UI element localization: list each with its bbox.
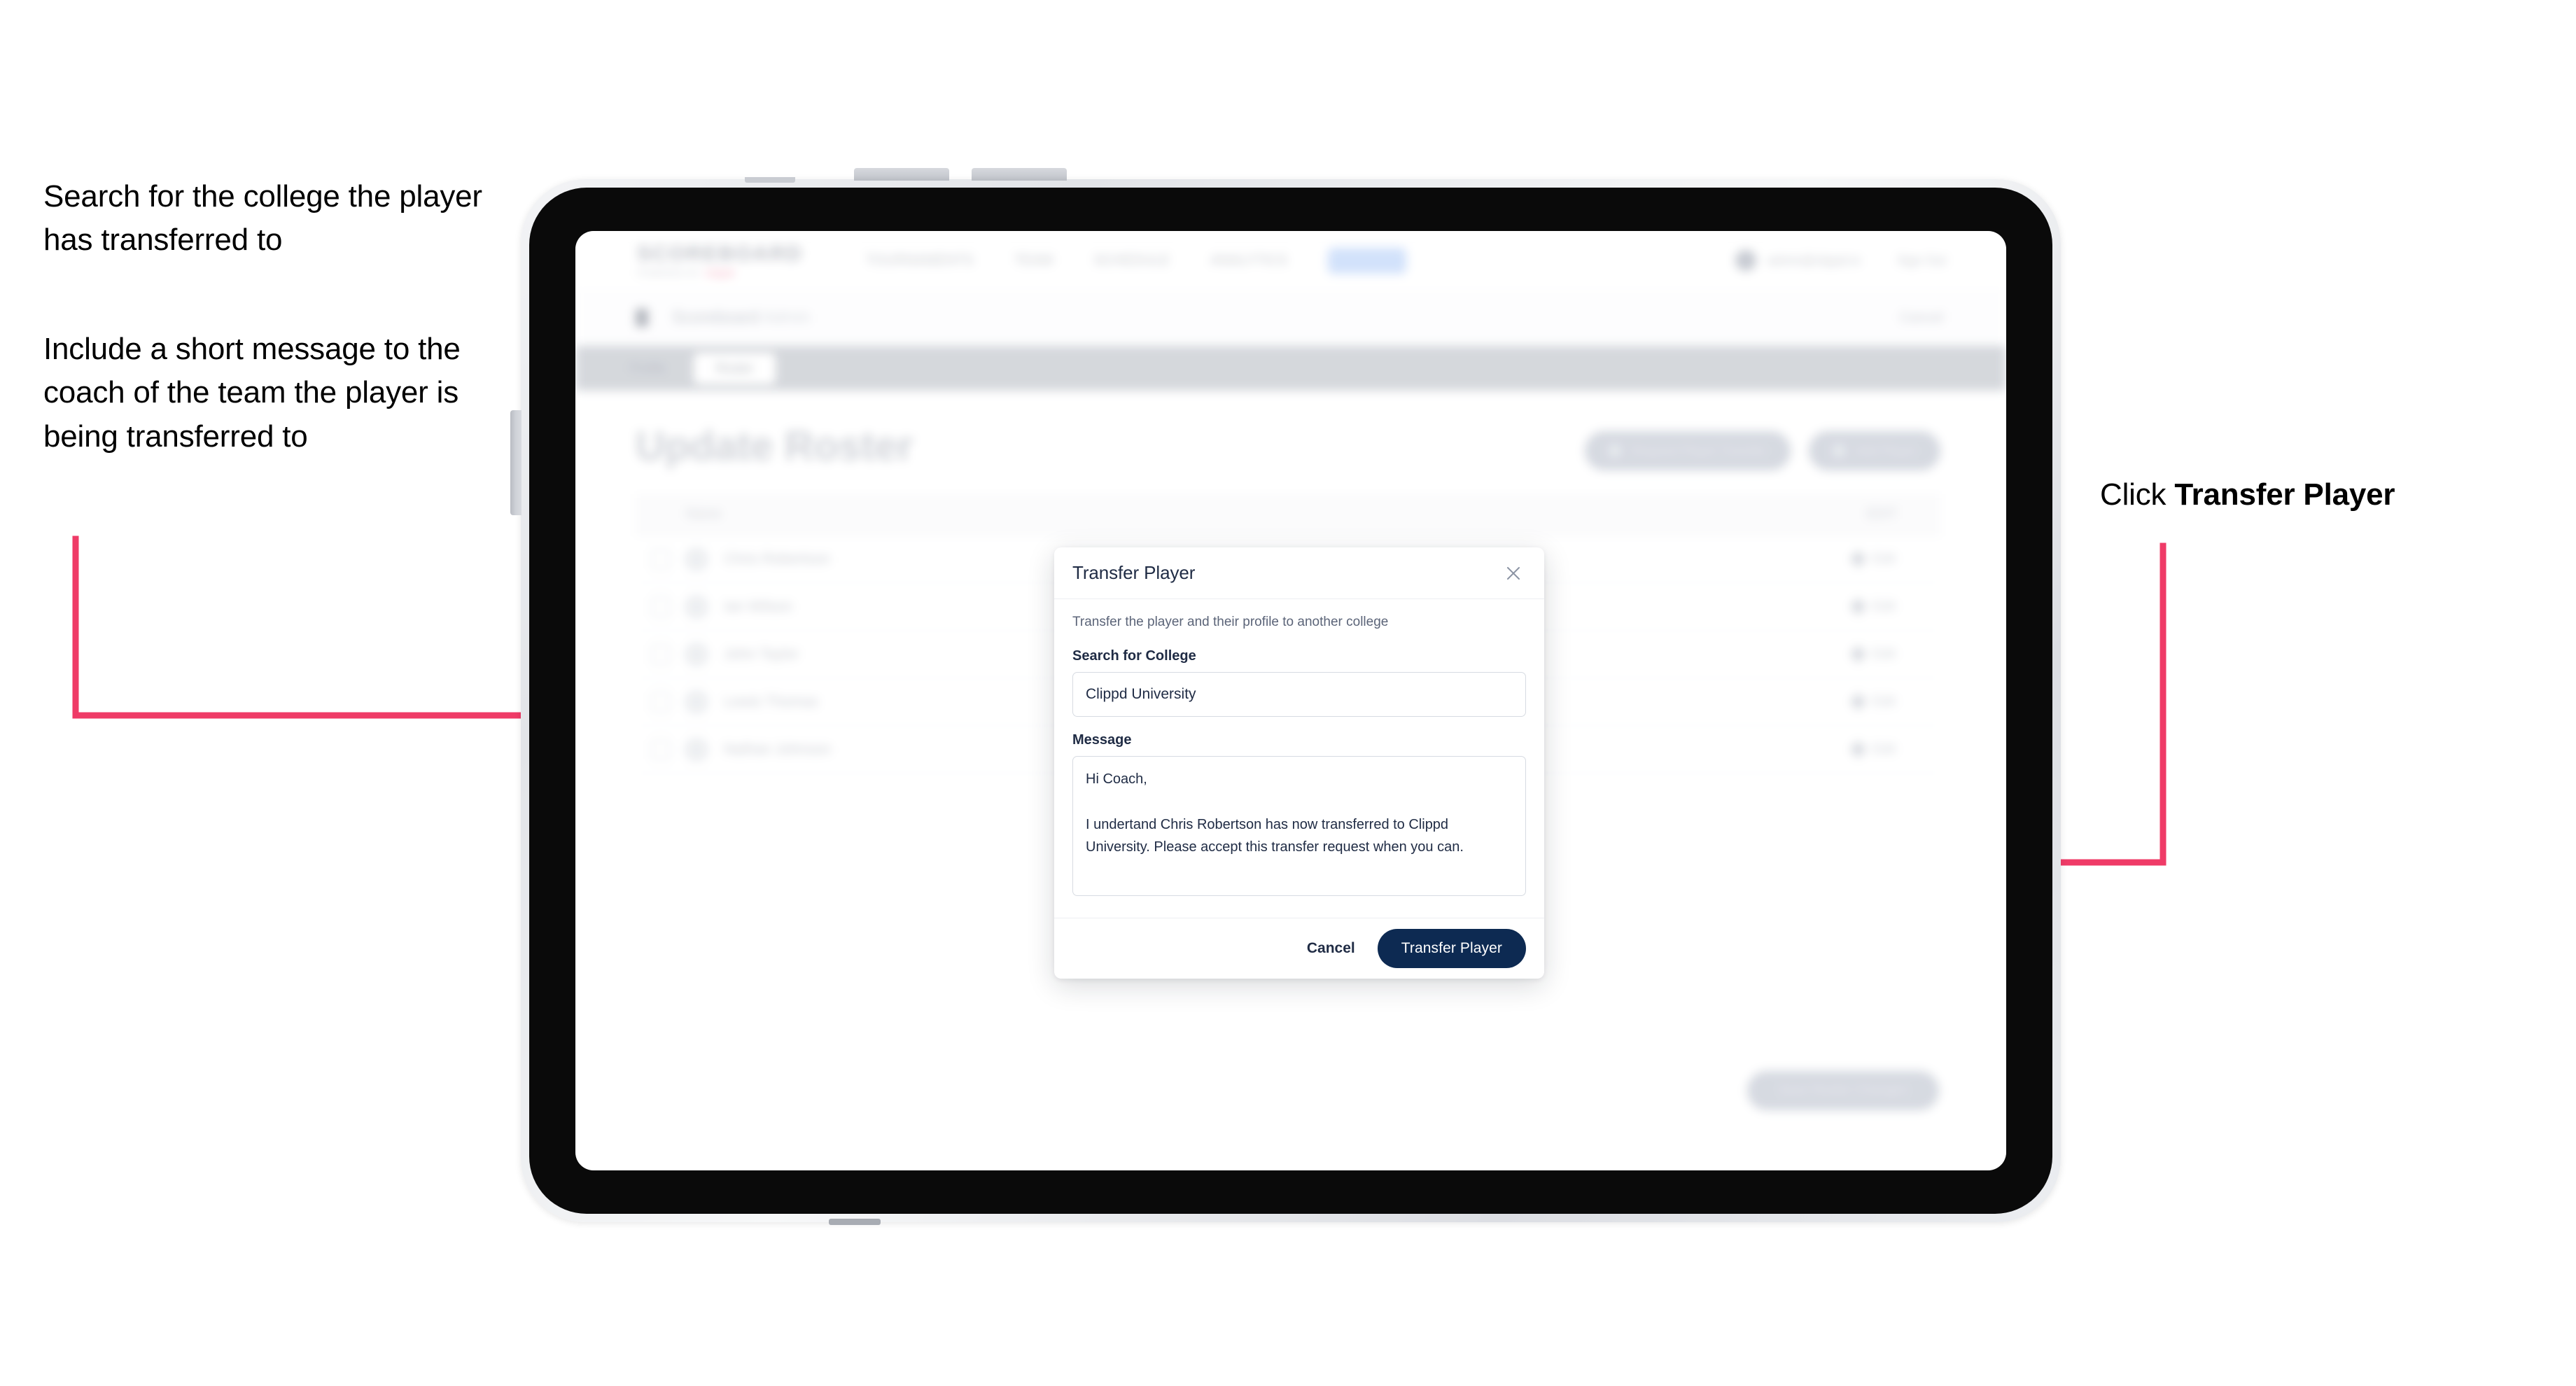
message-textarea[interactable] <box>1072 756 1526 896</box>
dialog-footer: Cancel Transfer Player <box>1054 918 1544 979</box>
nav-item-schedule[interactable]: SCHEDULE <box>1093 253 1170 269</box>
app-header: SCOREBOARD POWERED BY clippd TOURNAMENTS… <box>575 231 2006 290</box>
nav-item-tournaments[interactable]: TOURNAMENTS <box>866 253 974 269</box>
avatar <box>685 547 708 571</box>
message-label: Message <box>1072 732 1132 748</box>
brand-sub-accent: clippd <box>705 268 734 278</box>
page-header-actions: Request Player Transfer Add Player <box>1584 431 1940 470</box>
pencil-icon <box>1849 598 1867 615</box>
row-checkbox[interactable] <box>651 549 671 569</box>
device-bottom-band <box>829 1219 881 1225</box>
row-checkbox[interactable] <box>651 692 671 712</box>
app-subheader: Scoreboard Admin Cancel <box>575 290 2006 346</box>
row-edit-action[interactable]: Edit <box>1849 741 1896 758</box>
row-edit-label: Edit <box>1872 694 1896 709</box>
tab-profile[interactable]: Profile <box>617 354 678 383</box>
breadcrumb: Scoreboard Admin <box>672 308 810 328</box>
player-name: Lewis Thomas <box>724 693 819 710</box>
volume-down-button[interactable] <box>972 168 1067 181</box>
row-edit-label: Edit <box>1872 646 1896 662</box>
brand-wordmark: SCOREBOARD <box>637 242 803 265</box>
pencil-icon <box>1849 741 1867 758</box>
row-edit-action[interactable]: Edit <box>1849 550 1896 568</box>
power-button[interactable] <box>510 410 522 515</box>
transfer-player-dialog: Transfer Player Transfer the player and … <box>1054 547 1544 979</box>
header-right-cluster: admin@clippd.io Sign Out <box>1735 250 1946 271</box>
row-edit-label: Edit <box>1872 598 1896 614</box>
device-screen: SCOREBOARD POWERED BY clippd TOURNAMENTS… <box>575 231 2006 1170</box>
top-navigation: TOURNAMENTS TEAM SCHEDULE ANALYTICS ADMI… <box>866 247 1407 274</box>
device-antenna-band <box>745 177 795 183</box>
nav-item-admin[interactable]: ADMIN <box>1327 247 1407 274</box>
request-player-transfer-button[interactable]: Request Player Transfer <box>1584 431 1791 470</box>
brand-subtitle: POWERED BY clippd <box>637 269 803 277</box>
plus-icon <box>1832 444 1845 457</box>
avatar <box>685 594 708 619</box>
dialog-subtitle: Transfer the player and their profile to… <box>1072 615 1389 629</box>
brand-logo[interactable]: SCOREBOARD POWERED BY clippd <box>637 242 803 278</box>
request-player-transfer-label: Request Player Transfer <box>1630 443 1767 458</box>
search-college-label: Search for College <box>1072 648 1196 664</box>
row-edit-action[interactable]: Edit <box>1849 598 1896 615</box>
dialog-title: Transfer Player <box>1072 562 1196 583</box>
cancel-button[interactable]: Cancel <box>1303 933 1359 964</box>
player-name: Chris Robertson <box>724 550 830 567</box>
transfer-player-button[interactable]: Transfer Player <box>1377 929 1526 968</box>
transfer-icon <box>1608 444 1621 457</box>
app-tab-bar: Profile Roster <box>575 346 2006 391</box>
column-header-name: Name <box>686 507 722 522</box>
row-checkbox[interactable] <box>651 596 671 617</box>
roster-list-header: Name EDIT <box>636 494 1940 536</box>
avatar <box>685 737 708 762</box>
dialog-header: Transfer Player <box>1054 547 1544 599</box>
row-edit-action[interactable]: Edit <box>1849 645 1896 663</box>
volume-up-button[interactable] <box>854 168 949 181</box>
header-user-email: admin@clippd.io <box>1767 253 1861 267</box>
tab-roster[interactable]: Roster <box>694 352 776 384</box>
add-player-label: Add Player <box>1854 443 1917 458</box>
breadcrumb-secondary: Admin <box>762 308 811 327</box>
row-checkbox[interactable] <box>651 644 671 664</box>
row-edit-label: Edit <box>1872 551 1896 566</box>
row-checkbox[interactable] <box>651 739 671 760</box>
player-name: Nathan Johnson <box>724 741 831 757</box>
pencil-icon <box>1849 550 1867 568</box>
subbar-cancel-action[interactable]: Cancel <box>1900 310 1943 326</box>
close-icon[interactable] <box>1502 562 1525 584</box>
save-roster-changes-button[interactable]: Save Roster Changes <box>1747 1071 1939 1110</box>
breadcrumb-primary[interactable]: Scoreboard <box>672 308 759 327</box>
tablet-device-frame: SCOREBOARD POWERED BY clippd TOURNAMENTS… <box>510 168 2061 1225</box>
nav-item-team[interactable]: TEAM <box>1014 253 1054 269</box>
player-name: John Taylor <box>724 645 799 662</box>
annotation-click-transfer-player: Click Transfer Player <box>2100 473 2534 517</box>
search-college-input[interactable] <box>1072 672 1526 717</box>
pencil-icon <box>1849 693 1867 710</box>
brand-sub-text: POWERED BY <box>637 268 701 278</box>
annotation-click-prefix: Click <box>2100 477 2175 512</box>
sign-out-button[interactable]: Sign Out <box>1897 253 1946 268</box>
dialog-body: Transfer the player and their profile to… <box>1054 599 1544 918</box>
scoreboard-icon <box>636 309 648 327</box>
avatar <box>685 690 708 714</box>
user-avatar-icon[interactable] <box>1735 250 1756 271</box>
nav-item-analytics[interactable]: ANALYTICS <box>1210 253 1287 269</box>
save-roster-changes-label: Save Roster Changes <box>1778 1083 1908 1098</box>
annotation-click-target: Transfer Player <box>2174 477 2395 512</box>
annotation-include-message: Include a short message to the coach of … <box>43 332 461 454</box>
add-player-button[interactable]: Add Player <box>1808 431 1940 470</box>
pencil-icon <box>1849 645 1867 663</box>
row-edit-label: Edit <box>1872 741 1896 757</box>
player-name: Ian Wilson <box>724 598 793 615</box>
annotation-search-college: Search for the college the player has tr… <box>43 179 482 258</box>
row-edit-action[interactable]: Edit <box>1849 693 1896 710</box>
avatar <box>685 642 708 666</box>
column-header-edit: EDIT <box>1866 507 1897 522</box>
page-title: Update Roster <box>636 424 913 469</box>
